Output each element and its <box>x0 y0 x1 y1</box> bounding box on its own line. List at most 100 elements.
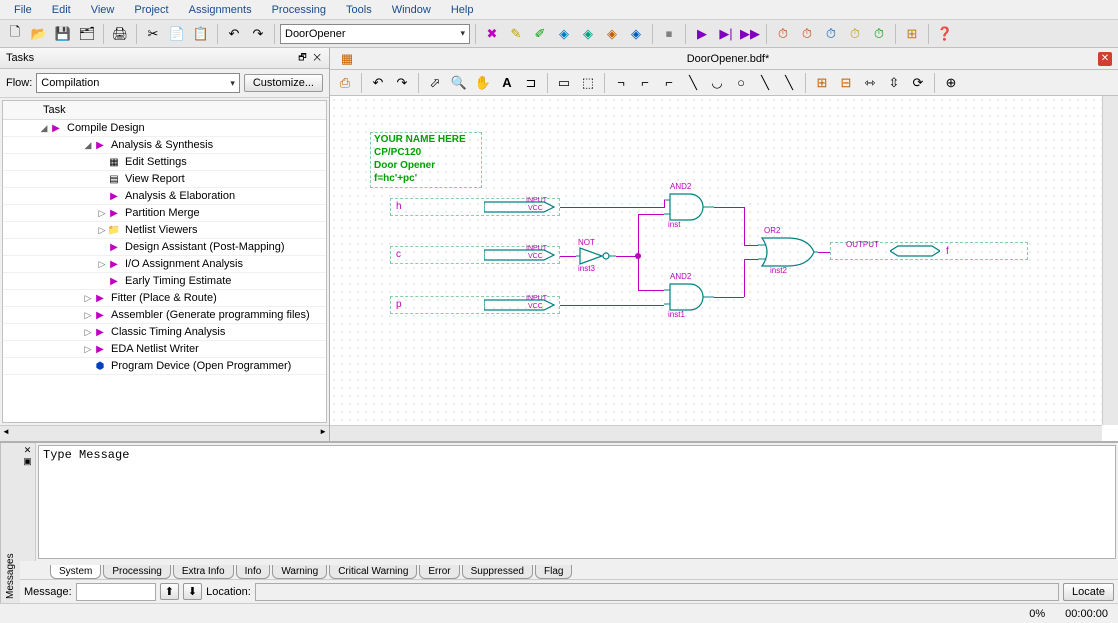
menu-help[interactable]: Help <box>441 2 484 18</box>
ed-redo-icon[interactable]: ↷ <box>391 72 413 94</box>
wand-icon[interactable]: ✖ <box>481 23 503 45</box>
task-row[interactable]: ▷▶I/O Assignment Analysis <box>3 256 326 273</box>
flip-h-icon[interactable]: ⇿ <box>859 72 881 94</box>
msg-tab-system[interactable]: System <box>50 565 101 579</box>
menu-view[interactable]: View <box>81 2 125 18</box>
ed-home-icon[interactable]: ⎙ <box>334 72 356 94</box>
task-row[interactable]: ▷▶Fitter (Place & Route) <box>3 290 326 307</box>
location-combo[interactable] <box>255 583 1059 601</box>
canvas-hscroll[interactable] <box>330 425 1102 441</box>
wire-icon[interactable]: ¬ <box>610 72 632 94</box>
msg-up-button[interactable]: ⬆ <box>160 583 179 600</box>
task-row[interactable]: ▶Early Timing Estimate <box>3 273 326 290</box>
customize-button[interactable]: Customize... <box>244 74 323 92</box>
messages-close-icon[interactable]: ✕▣ <box>20 443 36 561</box>
hand-icon[interactable]: ✋ <box>472 72 494 94</box>
flip-v-icon[interactable]: ⇳ <box>883 72 905 94</box>
task-row[interactable]: ⬢Program Device (Open Programmer) <box>3 358 326 375</box>
print-icon[interactable]: 🖨 <box>109 23 131 45</box>
task-row[interactable]: ▷▶Assembler (Generate programming files) <box>3 307 326 324</box>
stop-icon[interactable]: ⏹ <box>658 23 680 45</box>
task-row[interactable]: ▦Edit Settings <box>3 154 326 171</box>
cut-icon[interactable]: ✂ <box>142 23 164 45</box>
message-field[interactable] <box>76 583 156 601</box>
msg-tab-error[interactable]: Error <box>419 565 459 579</box>
gate-icon[interactable]: ◈ <box>553 23 575 45</box>
task-row[interactable]: ▷▶Classic Timing Analysis <box>3 324 326 341</box>
task-row[interactable]: ◢▶Compile Design <box>3 120 326 137</box>
rect-dash-icon[interactable]: ⬚ <box>577 72 599 94</box>
chip3-icon[interactable]: ◈ <box>625 23 647 45</box>
tasks-buttons[interactable]: 🗗 ✕ <box>298 50 323 66</box>
task-row[interactable]: ▤View Report <box>3 171 326 188</box>
task-row[interactable]: ▷▶EDA Netlist Writer <box>3 341 326 358</box>
canvas-vscroll[interactable] <box>1102 96 1118 425</box>
input-h-pin[interactable] <box>484 200 562 214</box>
task-tree[interactable]: Task ◢▶Compile Design◢▶Analysis & Synthe… <box>2 100 327 423</box>
timer2-icon[interactable]: ⏱ <box>796 23 818 45</box>
pointer-icon[interactable]: ⬀ <box>424 72 446 94</box>
menu-project[interactable]: Project <box>124 2 178 18</box>
bus-icon[interactable]: ⌐ <box>634 72 656 94</box>
flow-combo[interactable]: Compilation <box>36 73 240 93</box>
msg-tab-extra[interactable]: Extra Info <box>173 565 234 579</box>
msg-tab-critical[interactable]: Critical Warning <box>329 565 417 579</box>
project-combo[interactable]: DoorOpener <box>280 24 470 44</box>
line2-icon[interactable]: ╲ <box>778 72 800 94</box>
rect-icon[interactable]: ▭ <box>553 72 575 94</box>
timer5-icon[interactable]: ⏱ <box>868 23 890 45</box>
copy-icon[interactable]: 📄 <box>166 23 188 45</box>
text-icon[interactable]: A <box>496 72 518 94</box>
document-tab-title[interactable]: DoorOpener.bdf* <box>364 53 1092 65</box>
locate-button[interactable]: Locate <box>1063 583 1114 601</box>
paste-icon[interactable]: 📋 <box>190 23 212 45</box>
zoom-icon[interactable]: 🔍 <box>448 72 470 94</box>
symbol-icon[interactable]: ⊐ <box>520 72 542 94</box>
task-row[interactable]: ▷📁Netlist Viewers <box>3 222 326 239</box>
conduit-icon[interactable]: ⌐ <box>658 72 680 94</box>
msg-tab-info[interactable]: Info <box>236 565 271 579</box>
grid1-icon[interactable]: ⊞ <box>811 72 833 94</box>
new-icon[interactable]: 🗋 <box>4 23 26 45</box>
pencil-icon[interactable]: ✎ <box>505 23 527 45</box>
menu-assignments[interactable]: Assignments <box>179 2 262 18</box>
schematic-canvas[interactable]: YOUR NAME HERE CP/PC120 Door Opener f=hc… <box>330 96 1102 425</box>
line-icon[interactable]: ╲ <box>754 72 776 94</box>
chip-icon[interactable]: ◈ <box>577 23 599 45</box>
output-pin[interactable] <box>890 244 940 258</box>
expand-icon[interactable]: ⊕ <box>940 72 962 94</box>
task-row[interactable]: ▶Design Assistant (Post-Mapping) <box>3 239 326 256</box>
save-all-icon[interactable]: 🗂 <box>76 23 98 45</box>
input-p-pin[interactable] <box>484 298 562 312</box>
msg-tab-warning[interactable]: Warning <box>272 565 327 579</box>
menu-tools[interactable]: Tools <box>336 2 382 18</box>
msg-tab-flag[interactable]: Flag <box>535 565 572 579</box>
undo-icon[interactable]: ↶ <box>223 23 245 45</box>
save-icon[interactable]: 💾 <box>52 23 74 45</box>
timer4-icon[interactable]: ⏱ <box>844 23 866 45</box>
menu-processing[interactable]: Processing <box>262 2 336 18</box>
msg-tab-processing[interactable]: Processing <box>103 565 170 579</box>
menu-edit[interactable]: Edit <box>42 2 81 18</box>
diag-icon[interactable]: ╲ <box>682 72 704 94</box>
redo-icon[interactable]: ↷ <box>247 23 269 45</box>
input-c-pin[interactable] <box>484 248 562 262</box>
ed-undo-icon[interactable]: ↶ <box>367 72 389 94</box>
arc-icon[interactable]: ◡ <box>706 72 728 94</box>
chip2-icon[interactable]: ◈ <box>601 23 623 45</box>
circle-icon[interactable]: ○ <box>730 72 752 94</box>
msg-tab-suppressed[interactable]: Suppressed <box>462 565 533 579</box>
msg-down-button[interactable]: ⬇ <box>183 583 202 600</box>
rotate-icon[interactable]: ⟳ <box>907 72 929 94</box>
timer3-icon[interactable]: ⏱ <box>820 23 842 45</box>
close-tab-icon[interactable]: ✕ <box>1098 52 1112 66</box>
eraser-icon[interactable]: ✐ <box>529 23 551 45</box>
task-row[interactable]: ▷▶Partition Merge <box>3 205 326 222</box>
task-row[interactable]: ◢▶Analysis & Synthesis <box>3 137 326 154</box>
open-icon[interactable]: 📂 <box>28 23 50 45</box>
help-icon[interactable]: ❓ <box>934 23 956 45</box>
task-row[interactable]: ▶Analysis & Elaboration <box>3 188 326 205</box>
run-icon[interactable]: ▶ <box>691 23 713 45</box>
grid2-icon[interactable]: ⊟ <box>835 72 857 94</box>
messages-body[interactable]: Type Message <box>38 445 1116 559</box>
